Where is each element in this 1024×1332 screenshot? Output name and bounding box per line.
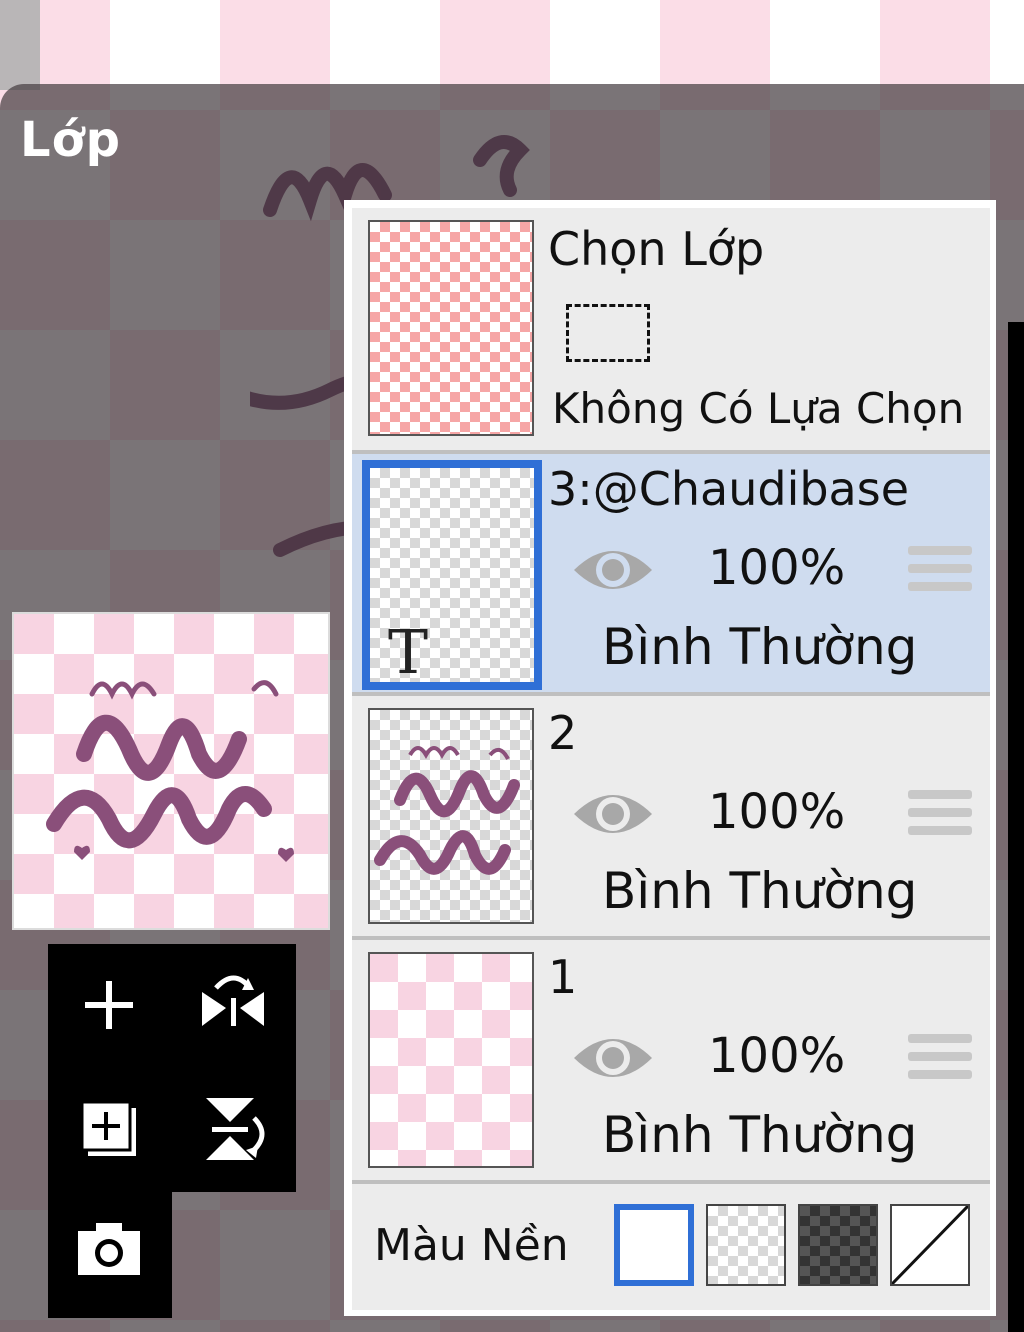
camera-icon (78, 1223, 140, 1275)
right-edge-bar (1008, 322, 1024, 1332)
layer-name-3: 3:@Chaudibase (548, 462, 910, 516)
background-color-row: Màu Nền (352, 1184, 990, 1310)
background-transparent-dark-swatch[interactable] (798, 1204, 878, 1286)
flip-horizontal-button[interactable] (188, 960, 278, 1050)
visibility-eye-icon[interactable] (570, 786, 656, 842)
drag-handle-icon[interactable] (908, 546, 972, 600)
left-edge-strip (0, 0, 40, 90)
layers-list-panel: Chọn Lớp Không Có Lựa Chọn T 3:@Chaudiba… (344, 200, 996, 1316)
no-background-slash-icon (890, 1204, 970, 1286)
visibility-eye-icon[interactable] (570, 542, 656, 598)
selection-thumbnail (368, 220, 534, 436)
layer-opacity-1[interactable]: 100% (708, 1028, 845, 1084)
selection-status: Không Có Lựa Chọn (552, 384, 965, 433)
layer-row-2[interactable]: 2 100% Bình Thường (352, 696, 990, 936)
canvas-preview[interactable] (12, 612, 330, 930)
layer-thumbnail-1 (368, 952, 534, 1168)
layer-opacity-2[interactable]: 100% (708, 784, 845, 840)
background-transparent-light-swatch[interactable] (706, 1204, 786, 1286)
layer-blend-mode-2[interactable]: Bình Thường (602, 862, 917, 920)
layer-row-1[interactable]: 1 100% Bình Thường (352, 940, 990, 1180)
layer-tools-panel (48, 944, 296, 1192)
preview-artwork (46, 680, 294, 862)
layer-name-2: 2 (548, 706, 578, 760)
flip-vertical-button[interactable] (188, 1084, 278, 1174)
camera-tool-panel (48, 1190, 172, 1318)
selection-marquee-icon (566, 304, 650, 362)
visibility-eye-icon[interactable] (570, 1030, 656, 1086)
layer-thumbnail-2 (368, 708, 534, 924)
layer-name-1: 1 (548, 950, 578, 1004)
copy-layer-icon (80, 1100, 136, 1156)
plus-icon (85, 981, 133, 1029)
flip-vertical-icon (206, 1098, 265, 1160)
layer-2-artwork (374, 746, 520, 875)
background-white-swatch[interactable] (614, 1204, 694, 1286)
duplicate-layer-button[interactable] (64, 1084, 154, 1174)
drag-handle-icon[interactable] (908, 790, 972, 844)
background-color-label: Màu Nền (374, 1220, 569, 1271)
layer-row-3[interactable]: T 3:@Chaudibase 100% Bình Thường (352, 454, 990, 692)
background-none-swatch[interactable] (890, 1204, 970, 1286)
selection-title: Chọn Lớp (548, 222, 765, 276)
layer-blend-mode-1[interactable]: Bình Thường (602, 1106, 917, 1164)
panel-title: Lớp (20, 112, 121, 168)
layer-opacity-3[interactable]: 100% (708, 540, 845, 596)
add-layer-button[interactable] (64, 960, 154, 1050)
drag-handle-icon[interactable] (908, 1034, 972, 1088)
layer-blend-mode-3[interactable]: Bình Thường (602, 618, 917, 676)
flip-horizontal-icon (202, 975, 264, 1026)
selection-layer-row[interactable]: Chọn Lớp Không Có Lựa Chọn (352, 208, 990, 450)
text-layer-badge: T (388, 618, 429, 688)
layer-thumbnail-3: T (362, 460, 542, 690)
camera-button[interactable] (64, 1204, 154, 1294)
